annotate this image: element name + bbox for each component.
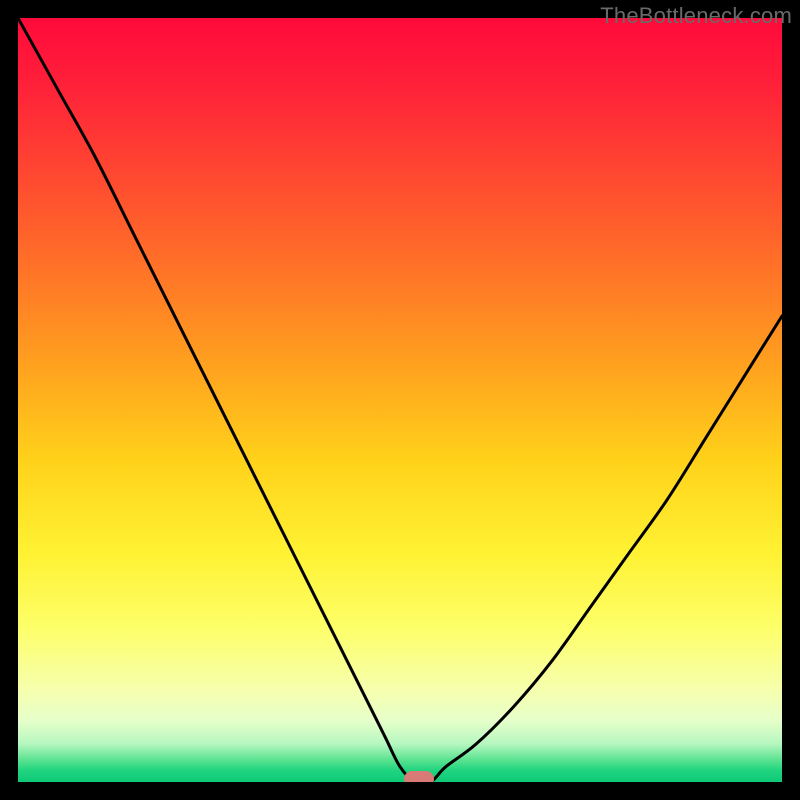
plot-area (18, 18, 782, 782)
bottleneck-curve (18, 18, 782, 782)
valley-marker (404, 771, 434, 782)
chart-stage: TheBottleneck.com (0, 0, 800, 800)
curve-path (18, 18, 782, 782)
watermark-text: TheBottleneck.com (600, 3, 792, 29)
